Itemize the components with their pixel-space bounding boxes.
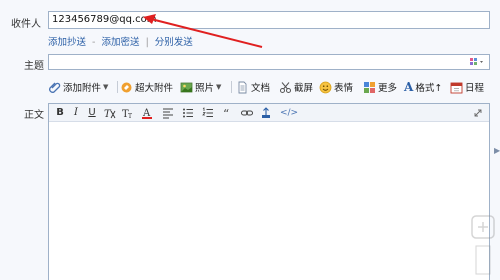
body-label: 正文 bbox=[24, 110, 44, 121]
add-bcc-link[interactable]: 添加密送 bbox=[102, 37, 140, 48]
align-left-icon bbox=[163, 108, 173, 119]
toolbar-divider bbox=[117, 81, 118, 93]
format-a-icon: A bbox=[404, 80, 414, 94]
document-icon bbox=[238, 81, 247, 93]
format-label: 格式↑ bbox=[415, 83, 443, 94]
chevron-down-icon[interactable]: ▼ bbox=[216, 83, 221, 91]
add-attachment-label: 添加附件 bbox=[63, 83, 102, 94]
calendar-label: 日程 bbox=[465, 83, 485, 94]
more-button[interactable]: 更多 bbox=[363, 80, 397, 94]
sidebar-toggle-icon[interactable]: ▶ bbox=[494, 146, 500, 155]
html-source-button[interactable]: </> bbox=[279, 106, 299, 120]
link-separator: - bbox=[92, 37, 96, 48]
numbered-list-icon bbox=[202, 107, 213, 117]
recipient-links: 添加抄送 - 添加密送 | 分别发送 bbox=[48, 34, 193, 48]
italic-button[interactable]: I bbox=[69, 106, 83, 120]
grid-icon[interactable] bbox=[470, 58, 486, 67]
expand-icon bbox=[474, 109, 482, 117]
bulleted-list-button[interactable] bbox=[181, 106, 195, 120]
svg-text:“: “ bbox=[223, 107, 229, 120]
paperclip-icon bbox=[49, 82, 61, 93]
recipient-value: 123456789@qq.com bbox=[52, 14, 157, 25]
subject-input[interactable] bbox=[48, 54, 490, 70]
more-label: 更多 bbox=[378, 83, 398, 94]
link-button[interactable] bbox=[240, 106, 254, 120]
recipient-label: 收件人 bbox=[11, 19, 41, 30]
screenshot-label: 截屏 bbox=[294, 83, 314, 94]
link-icon bbox=[241, 110, 253, 116]
bulleted-list-icon bbox=[183, 108, 193, 118]
document-button[interactable]: 文档 bbox=[236, 80, 270, 94]
send-separately-link[interactable]: 分别发送 bbox=[155, 37, 193, 48]
insert-table-button[interactable] bbox=[259, 106, 273, 120]
editor-toolbar: B I U T T T A “ </> bbox=[49, 104, 489, 122]
svg-text:T: T bbox=[128, 113, 132, 120]
upload-icon bbox=[262, 107, 270, 118]
screenshot-button[interactable]: 截屏 bbox=[279, 80, 313, 94]
font-family-button[interactable]: T bbox=[103, 106, 117, 120]
add-attachment-button[interactable]: 添加附件 ▼ bbox=[48, 80, 108, 94]
document-label: 文档 bbox=[251, 83, 271, 94]
font-color-icon: A bbox=[142, 108, 152, 119]
align-left-button[interactable] bbox=[161, 106, 175, 120]
watermark-logo bbox=[471, 215, 495, 275]
more-icon bbox=[364, 81, 375, 93]
calendar-button[interactable]: 日程 bbox=[450, 80, 484, 94]
photo-icon bbox=[180, 82, 193, 92]
bold-button[interactable]: B bbox=[53, 106, 67, 120]
font-size-icon: T T bbox=[122, 109, 132, 120]
link-separator: | bbox=[145, 37, 149, 48]
toolbar-divider bbox=[231, 81, 232, 93]
svg-text:T: T bbox=[104, 109, 112, 120]
scissors-icon bbox=[280, 81, 291, 93]
emoji-button[interactable]: 表情 bbox=[319, 80, 353, 94]
photo-button[interactable]: 照片 ▼ bbox=[180, 80, 221, 94]
photo-label: 照片 bbox=[195, 83, 215, 94]
underline-button[interactable]: U bbox=[85, 106, 99, 120]
editor-body[interactable] bbox=[49, 122, 489, 280]
calendar-icon bbox=[450, 82, 463, 93]
chevron-down-icon[interactable]: ▼ bbox=[103, 83, 108, 91]
emoji-label: 表情 bbox=[334, 83, 354, 94]
message-editor: B I U T T T A “ </> bbox=[48, 103, 490, 280]
numbered-list-button[interactable] bbox=[201, 106, 215, 120]
font-size-button[interactable]: T T bbox=[121, 106, 135, 120]
large-attachment-button[interactable]: 超大附件 bbox=[120, 80, 173, 94]
large-attachment-icon bbox=[121, 82, 132, 92]
add-cc-link[interactable]: 添加抄送 bbox=[48, 37, 86, 48]
subject-label: 主题 bbox=[24, 61, 44, 72]
quote-icon: “ bbox=[223, 107, 229, 121]
smiley-icon bbox=[319, 81, 332, 93]
font-color-button[interactable]: A bbox=[140, 106, 154, 120]
expand-editor-button[interactable] bbox=[471, 106, 485, 120]
recipient-input[interactable]: 123456789@qq.com bbox=[48, 11, 490, 29]
quote-button[interactable]: “ bbox=[221, 106, 235, 121]
format-button[interactable]: A 格式↑ bbox=[404, 80, 442, 94]
large-attachment-label: 超大附件 bbox=[135, 83, 174, 94]
font-family-icon: T bbox=[104, 109, 116, 120]
